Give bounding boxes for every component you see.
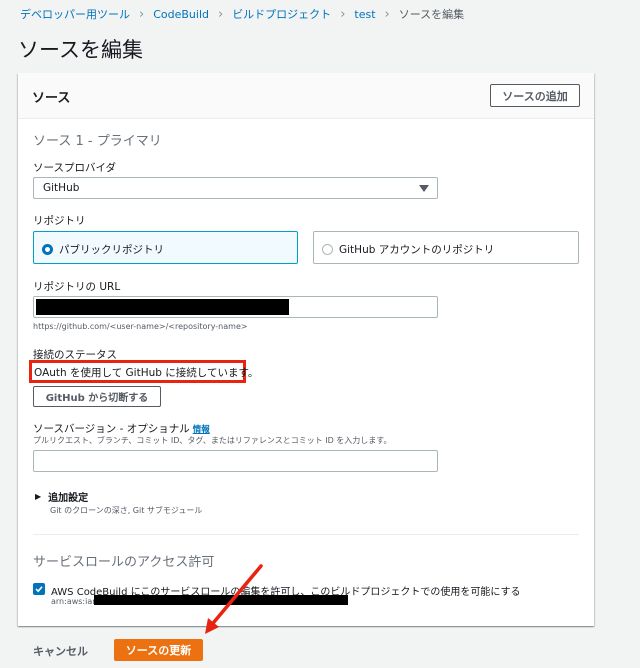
add-source-button[interactable]: ソースの追加 [490,84,580,107]
source-version-label-text: ソースバージョン - オプショナル [33,423,190,435]
source-heading: ソース 1 - プライマリ [33,134,162,149]
chevron-right-icon: › [139,6,145,22]
public-repo-option[interactable]: パブリックリポジトリ [33,231,298,264]
repo-url-input[interactable] [33,296,438,318]
caret-down-icon [419,185,429,192]
radio-selected-icon [42,244,53,255]
source-version-input[interactable] [33,450,438,472]
disconnect-github-button[interactable]: GitHub から切断する [33,386,161,407]
divider [33,534,579,535]
public-repo-label: パブリックリポジトリ [59,244,164,256]
provider-select[interactable]: GitHub [33,177,438,199]
annotation-arrow [205,564,263,634]
page-title: ソースを編集 [18,38,143,62]
provider-label: ソースプロバイダ [33,162,117,174]
source-version-label: ソースバージョン - オプショナル 情報 [33,421,210,436]
panel-header: ソース ソースの追加 [18,73,594,119]
advanced-settings-label: 追加設定 [48,493,89,504]
breadcrumb-current: ソースを編集 [398,8,465,21]
connection-status: OAuth を使用して GitHub に接続しています。 [34,367,259,379]
source-version-description: プルリクエスト、ブランチ、コミット ID、タグ、またはリファレンスとコミット I… [33,436,392,445]
radio-unselected-icon [322,244,333,255]
redacted-value [36,299,289,315]
chevron-right-icon: › [217,6,224,22]
check-icon [35,586,43,593]
breadcrumb-build-projects[interactable]: ビルドプロジェクト [232,6,331,22]
chevron-right-icon: › [340,6,346,22]
service-role-checkbox[interactable] [33,583,45,595]
account-repo-label: GitHub アカウントのリポジトリ [339,244,495,256]
panel-title: ソース [32,91,71,106]
update-source-button[interactable]: ソースの更新 [114,639,203,661]
repository-label: リポジトリ [33,215,86,227]
caret-right-icon: ▶ [35,492,42,501]
service-role-heading: サービスロールのアクセス許可 [33,555,215,570]
cancel-button[interactable]: キャンセル [33,643,88,659]
chevron-right-icon: › [384,6,390,22]
account-repo-option[interactable]: GitHub アカウントのリポジトリ [313,231,579,264]
breadcrumb-test[interactable]: test [354,8,375,21]
advanced-settings-description: Git のクローンの深さ, Git サブモジュール [50,506,203,515]
repo-url-label: リポジトリの URL [33,281,121,293]
provider-select-value: GitHub [43,182,80,194]
source-panel: ソース ソースの追加 ソース 1 - プライマリ ソースプロバイダ GitHub… [18,73,594,626]
info-link[interactable]: 情報 [193,425,210,435]
breadcrumb-developer-tools[interactable]: デベロッパー用ツール [20,6,130,22]
repo-url-hint: https://github.com/<user-name>/<reposito… [33,322,248,331]
advanced-settings-toggle[interactable]: ▶ 追加設定 [35,489,88,504]
breadcrumb: デベロッパー用ツール › CodeBuild › ビルドプロジェクト › tes… [20,6,464,22]
arn-prefix: arn:aws:iam [51,597,101,606]
breadcrumb-codebuild[interactable]: CodeBuild [153,8,209,21]
